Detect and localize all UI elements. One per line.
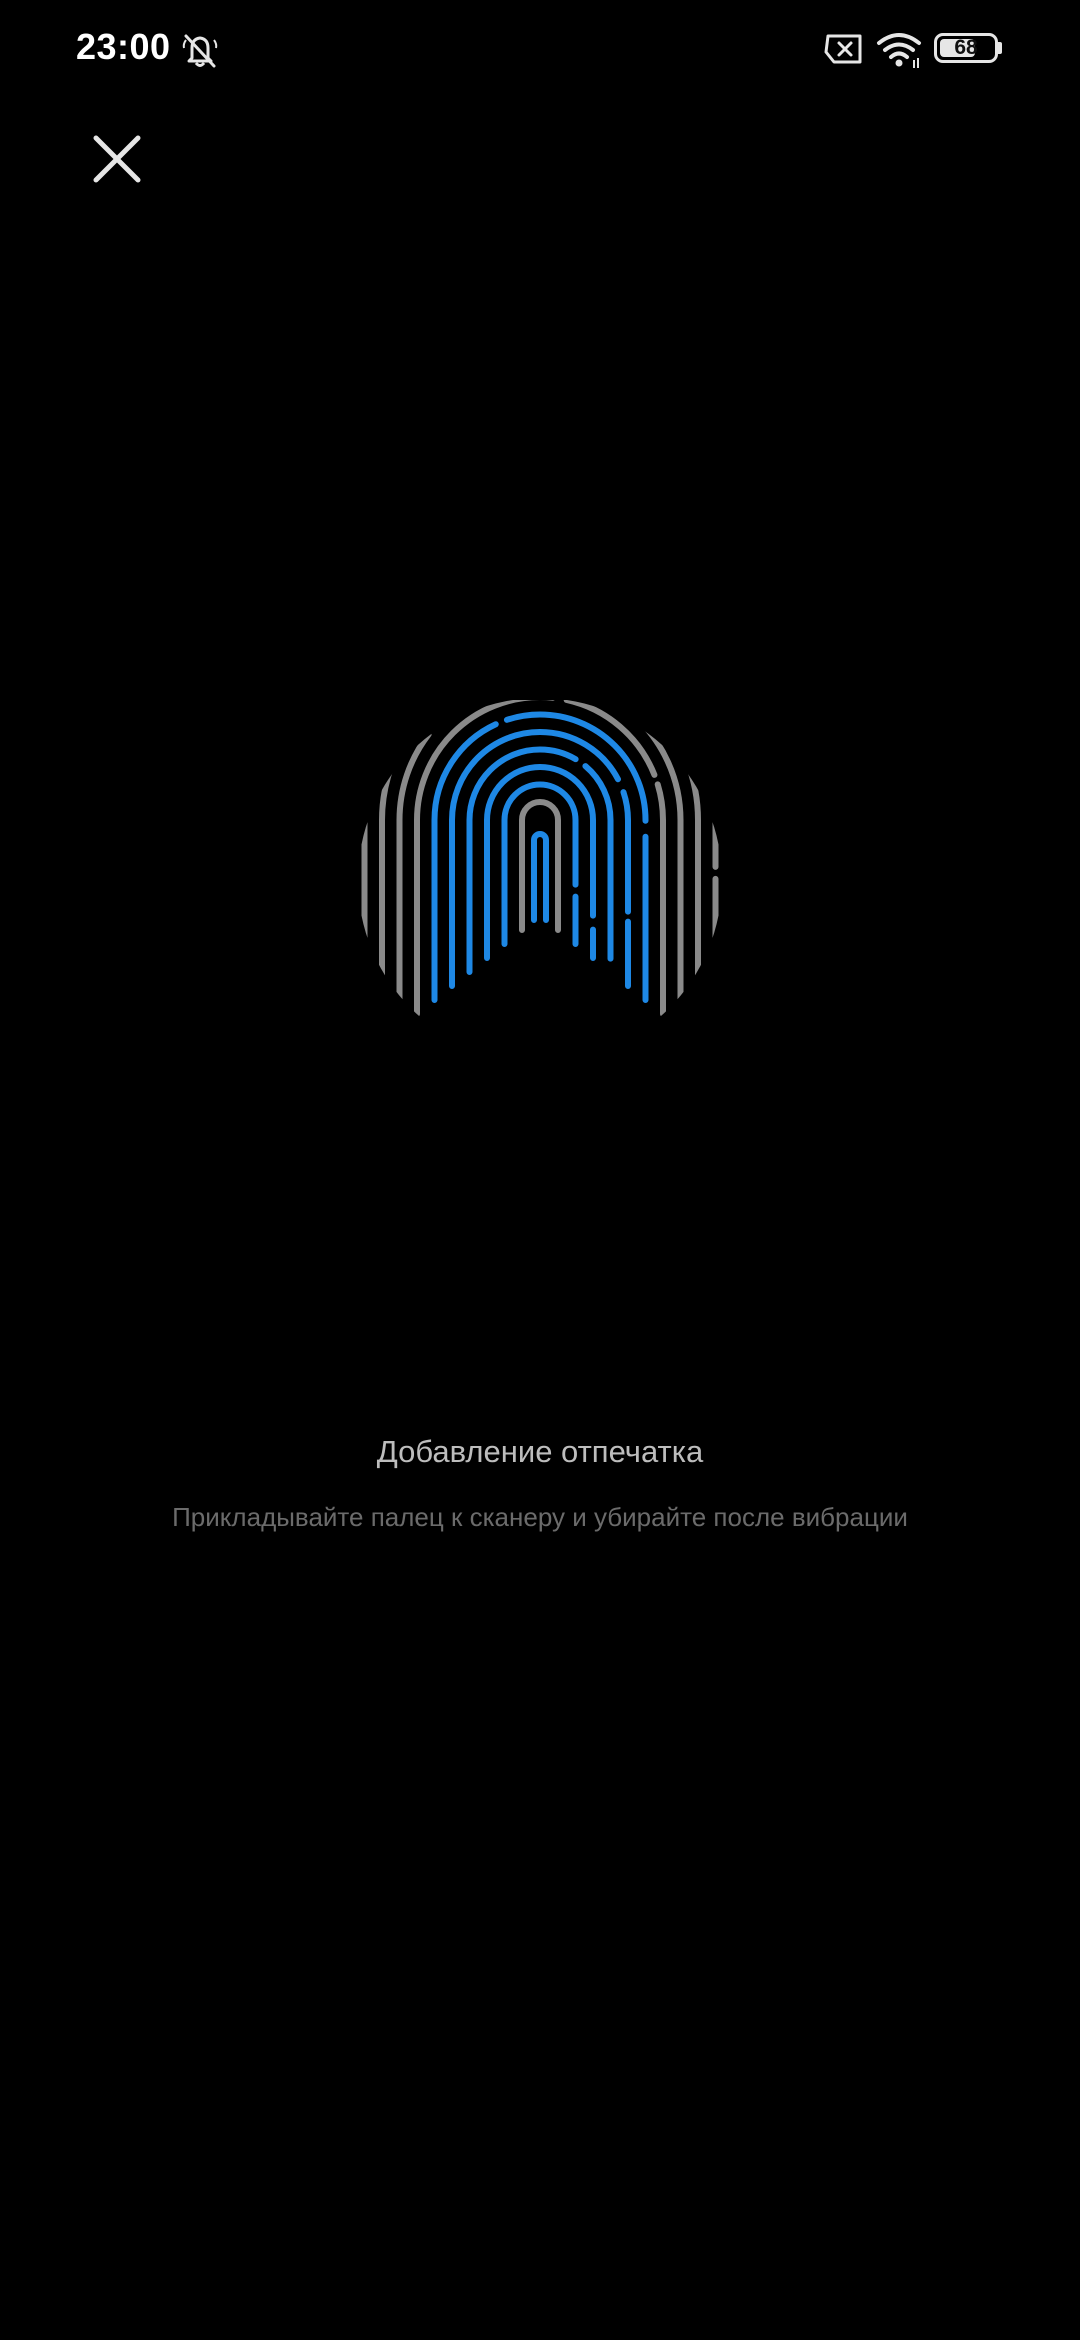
fingerprint-ridge [501, 781, 579, 947]
page-title: Добавление отпечатка [376, 1434, 704, 1469]
close-icon [93, 135, 141, 183]
battery-icon: 68 [934, 33, 998, 63]
status-bar: 23:00 68 [0, 0, 1080, 100]
fingerprint-ridge [431, 711, 649, 1003]
battery-cap [998, 42, 1002, 54]
fingerprint-ridge [449, 729, 631, 989]
fingerprint-core [531, 831, 549, 923]
fingerprint-icon [361, 700, 719, 1053]
instruction-text: Прикладывайте палец к сканеру и убирайте… [172, 1502, 908, 1532]
wifi-icon [877, 33, 921, 68]
bell-off-icon [182, 34, 218, 68]
close-button[interactable] [76, 118, 158, 200]
status-time: 23:00 [76, 26, 171, 67]
no-sim-icon [824, 34, 862, 64]
fingerprint-ridge [519, 799, 561, 933]
battery-level: 68 [954, 36, 978, 59]
